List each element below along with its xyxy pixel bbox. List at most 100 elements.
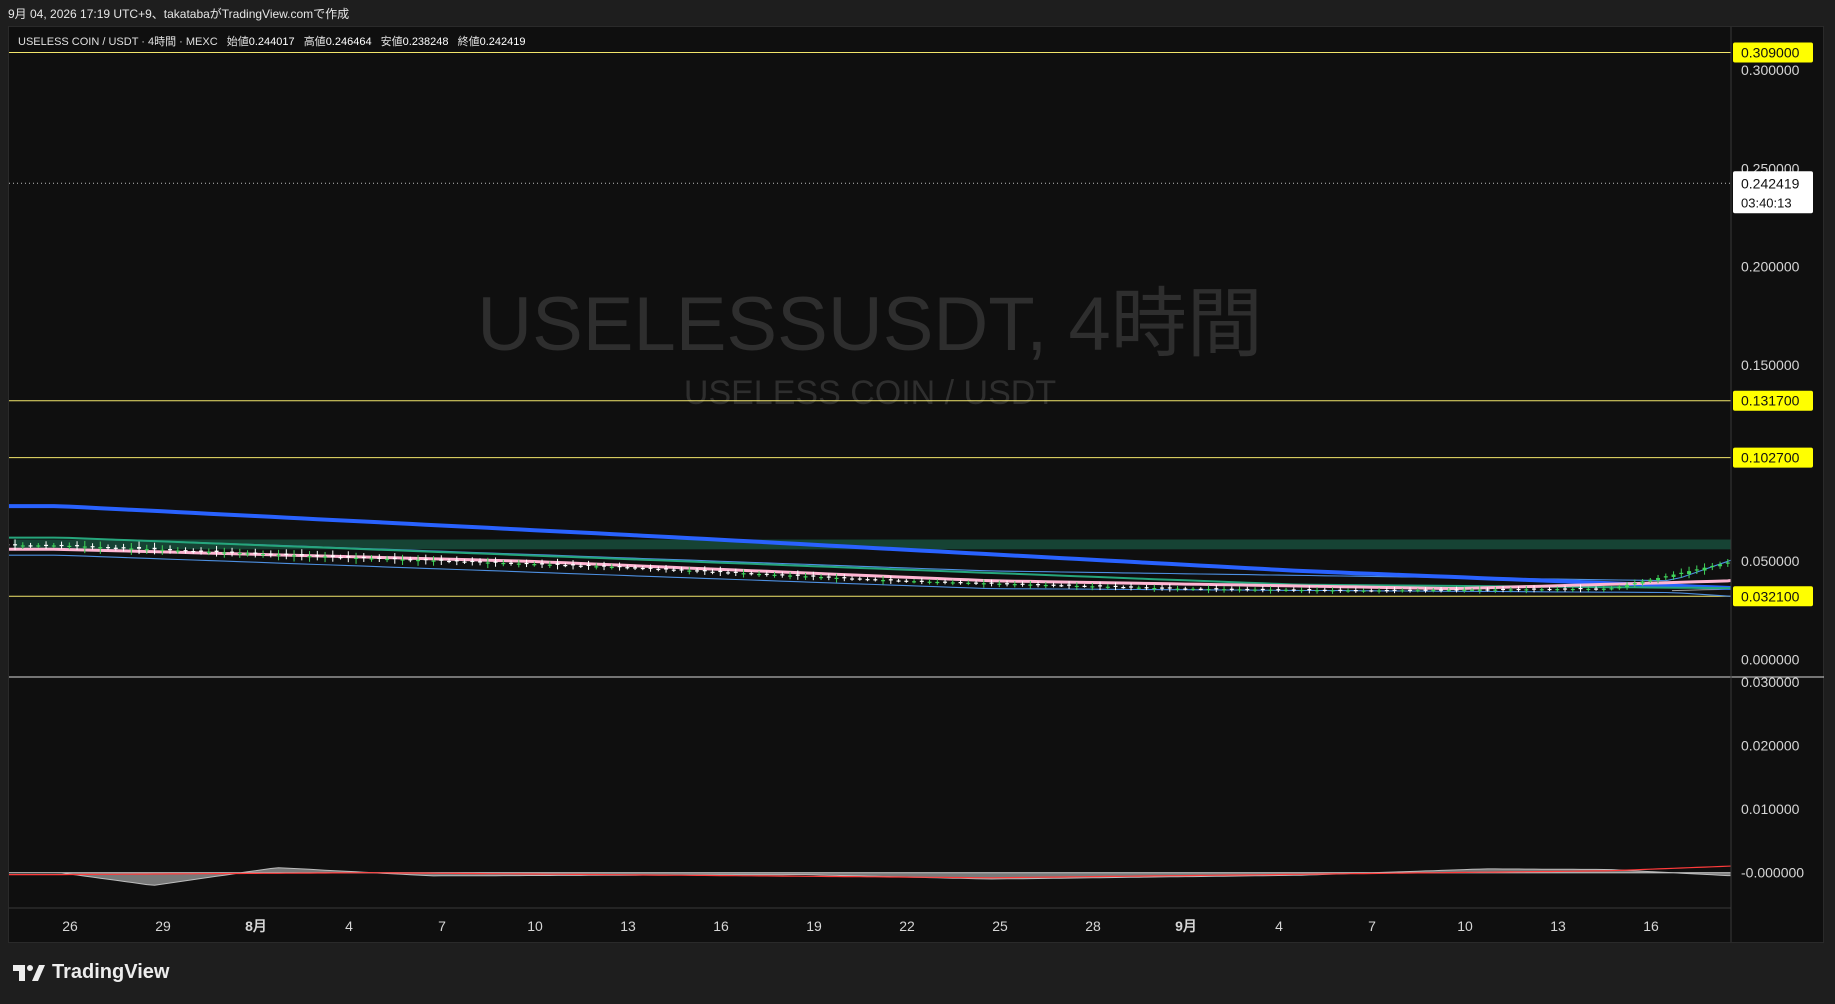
candle-body[interactable]	[1276, 589, 1281, 591]
candle-body[interactable]	[1129, 586, 1134, 588]
candle-body[interactable]	[1059, 585, 1064, 587]
candle-body[interactable]	[1284, 589, 1289, 591]
candle-body[interactable]	[1377, 590, 1382, 592]
candle-body[interactable]	[1152, 588, 1157, 590]
candle-body[interactable]	[865, 579, 870, 581]
candle-body[interactable]	[563, 564, 568, 567]
candle-body[interactable]	[268, 553, 273, 555]
candle-body[interactable]	[90, 546, 95, 548]
candle-body[interactable]	[1113, 585, 1118, 588]
candle-body[interactable]	[1827, 526, 1831, 529]
candle-body[interactable]	[1501, 588, 1506, 591]
candle-body[interactable]	[1516, 588, 1521, 591]
candle-body[interactable]	[1547, 588, 1552, 591]
candle-body[interactable]	[1098, 585, 1103, 587]
candle-body[interactable]	[850, 578, 855, 580]
candle-body[interactable]	[1470, 589, 1475, 591]
candle-body[interactable]	[75, 545, 80, 547]
candle-body[interactable]	[586, 564, 591, 566]
candle-body[interactable]	[485, 562, 490, 564]
candle-body[interactable]	[772, 574, 777, 576]
candle-body[interactable]	[1625, 584, 1630, 588]
candle-body[interactable]	[1811, 531, 1815, 534]
candle-body[interactable]	[718, 570, 723, 573]
candle-body[interactable]	[997, 583, 1002, 585]
oscillator-plot[interactable]	[7, 695, 1835, 886]
candle-body[interactable]	[1788, 540, 1792, 542]
candle-body[interactable]	[516, 563, 521, 565]
candle-body[interactable]	[780, 574, 785, 576]
candle-body[interactable]	[408, 559, 413, 561]
candle-body[interactable]	[144, 549, 149, 551]
candle-body[interactable]	[1020, 583, 1025, 585]
candle-body[interactable]	[1082, 585, 1087, 587]
candle-body[interactable]	[51, 545, 56, 547]
candle-body[interactable]	[276, 554, 281, 556]
candle-body[interactable]	[361, 556, 366, 559]
candle-body[interactable]	[237, 553, 242, 555]
candle-body[interactable]	[377, 557, 382, 559]
candle-body[interactable]	[664, 568, 669, 570]
candle-body[interactable]	[1648, 579, 1653, 582]
candle-body[interactable]	[726, 572, 731, 574]
candle-body[interactable]	[1555, 589, 1560, 591]
candle-body[interactable]	[1803, 534, 1807, 536]
chart-canvas[interactable]: USELESSUSDT, 4時間 USELESS COIN / USDT 0.3…	[0, 0, 1835, 1004]
tradingview-brand[interactable]: TradingView	[12, 961, 169, 984]
candle-body[interactable]	[113, 547, 118, 549]
candle-body[interactable]	[1694, 569, 1699, 571]
candle-body[interactable]	[935, 581, 940, 584]
candle-body[interactable]	[617, 566, 622, 568]
candle-body[interactable]	[1036, 584, 1041, 586]
candle-body[interactable]	[547, 564, 552, 566]
candle-body[interactable]	[888, 579, 893, 581]
candle-body[interactable]	[191, 550, 196, 553]
candle-body[interactable]	[470, 560, 475, 563]
candle-body[interactable]	[1392, 589, 1397, 591]
candle-body[interactable]	[1617, 586, 1622, 589]
candle-body[interactable]	[1415, 590, 1420, 592]
candle-body[interactable]	[1369, 590, 1374, 592]
candle-body[interactable]	[625, 567, 630, 569]
candle-body[interactable]	[1679, 572, 1684, 575]
candle-body[interactable]	[943, 581, 948, 583]
candle-body[interactable]	[1338, 589, 1343, 591]
candle-body[interactable]	[881, 580, 886, 582]
candle-body[interactable]	[292, 555, 297, 557]
candle-body[interactable]	[129, 548, 134, 550]
candle-body[interactable]	[137, 546, 142, 549]
candle-body[interactable]	[1028, 584, 1033, 586]
candle-body[interactable]	[253, 552, 258, 554]
candle-body[interactable]	[385, 558, 390, 561]
candle-body[interactable]	[912, 581, 917, 583]
candle-body[interactable]	[1183, 588, 1188, 590]
candle-body[interactable]	[354, 557, 359, 559]
candle-body[interactable]	[1439, 589, 1444, 591]
candle-body[interactable]	[168, 549, 173, 551]
candle-body[interactable]	[1175, 588, 1180, 590]
candle-body[interactable]	[640, 567, 645, 570]
candle-body[interactable]	[656, 568, 661, 571]
candle-body[interactable]	[919, 580, 924, 582]
candle-body[interactable]	[1609, 588, 1614, 590]
candle-body[interactable]	[13, 544, 18, 546]
candle-body[interactable]	[245, 553, 250, 555]
candle-body[interactable]	[5, 544, 10, 546]
candle-body[interactable]	[524, 562, 529, 565]
candle-body[interactable]	[1245, 588, 1250, 591]
candle-body[interactable]	[1346, 590, 1351, 592]
candle-body[interactable]	[1315, 590, 1320, 592]
candle-body[interactable]	[1819, 528, 1823, 530]
candle-body[interactable]	[493, 561, 498, 563]
candle-body[interactable]	[1594, 588, 1599, 590]
candle-body[interactable]	[1710, 565, 1715, 568]
candle-body[interactable]	[315, 555, 320, 557]
candle-body[interactable]	[571, 564, 576, 566]
candle-body[interactable]	[1586, 588, 1591, 590]
candle-body[interactable]	[1408, 589, 1413, 591]
candle-body[interactable]	[67, 545, 72, 548]
candle-body[interactable]	[1765, 549, 1769, 552]
candle-body[interactable]	[702, 570, 707, 572]
candle-body[interactable]	[199, 550, 204, 552]
candle-body[interactable]	[1431, 590, 1436, 592]
